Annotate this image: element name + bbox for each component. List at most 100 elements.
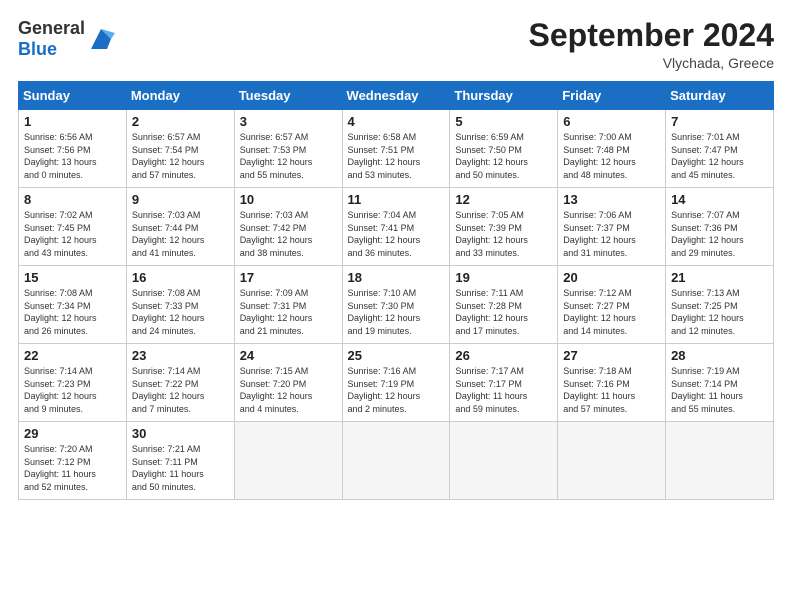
calendar-cell (666, 422, 774, 500)
day-info: Sunrise: 7:15 AM Sunset: 7:20 PM Dayligh… (240, 365, 337, 415)
header: General Blue September 2024 Vlychada, Gr… (18, 18, 774, 71)
weekday-header-sunday: Sunday (19, 82, 127, 110)
day-number: 29 (24, 426, 121, 441)
day-number: 23 (132, 348, 229, 363)
page: General Blue September 2024 Vlychada, Gr… (0, 0, 792, 510)
day-info: Sunrise: 7:07 AM Sunset: 7:36 PM Dayligh… (671, 209, 768, 259)
calendar-cell: 9 Sunrise: 7:03 AM Sunset: 7:44 PM Daylig… (126, 188, 234, 266)
calendar-cell (234, 422, 342, 500)
calendar-cell: 27 Sunrise: 7:18 AM Sunset: 7:16 PM Dayli… (558, 344, 666, 422)
calendar-cell: 13 Sunrise: 7:06 AM Sunset: 7:37 PM Dayli… (558, 188, 666, 266)
logo-general: General (18, 18, 85, 38)
day-number: 26 (455, 348, 552, 363)
week-row-5: 29Sunrise: 7:20 AM Sunset: 7:12 PM Dayli… (19, 422, 774, 500)
calendar-cell (450, 422, 558, 500)
day-info: Sunrise: 7:08 AM Sunset: 7:34 PM Dayligh… (24, 287, 121, 337)
day-number: 19 (455, 270, 552, 285)
day-info: Sunrise: 7:05 AM Sunset: 7:39 PM Dayligh… (455, 209, 552, 259)
day-info: Sunrise: 7:19 AM Sunset: 7:14 PM Dayligh… (671, 365, 768, 415)
week-row-2: 8 Sunrise: 7:02 AM Sunset: 7:45 PM Daylig… (19, 188, 774, 266)
day-number: 25 (348, 348, 445, 363)
weekday-header-monday: Monday (126, 82, 234, 110)
weekday-header-row: SundayMondayTuesdayWednesdayThursdayFrid… (19, 82, 774, 110)
day-info: Sunrise: 7:11 AM Sunset: 7:28 PM Dayligh… (455, 287, 552, 337)
calendar-cell: 24 Sunrise: 7:15 AM Sunset: 7:20 PM Dayli… (234, 344, 342, 422)
weekday-header-thursday: Thursday (450, 82, 558, 110)
day-number: 30 (132, 426, 229, 441)
calendar-cell: 2Sunrise: 6:57 AM Sunset: 7:54 PM Daylig… (126, 110, 234, 188)
calendar-cell: 30 Sunrise: 7:21 AM Sunset: 7:11 PM Dayli… (126, 422, 234, 500)
weekday-header-wednesday: Wednesday (342, 82, 450, 110)
week-row-3: 15 Sunrise: 7:08 AM Sunset: 7:34 PM Dayli… (19, 266, 774, 344)
week-row-4: 22Sunrise: 7:14 AM Sunset: 7:23 PM Dayli… (19, 344, 774, 422)
day-info: Sunrise: 7:14 AM Sunset: 7:22 PM Dayligh… (132, 365, 229, 415)
day-info: Sunrise: 6:58 AM Sunset: 7:51 PM Dayligh… (348, 131, 445, 181)
calendar-cell: 15 Sunrise: 7:08 AM Sunset: 7:34 PM Dayli… (19, 266, 127, 344)
day-info: Sunrise: 7:01 AM Sunset: 7:47 PM Dayligh… (671, 131, 768, 181)
logo-blue: Blue (18, 39, 57, 59)
title-block: September 2024 Vlychada, Greece (529, 18, 774, 71)
calendar-cell: 20Sunrise: 7:12 AM Sunset: 7:27 PM Dayli… (558, 266, 666, 344)
day-number: 24 (240, 348, 337, 363)
day-info: Sunrise: 7:04 AM Sunset: 7:41 PM Dayligh… (348, 209, 445, 259)
day-number: 27 (563, 348, 660, 363)
logo: General Blue (18, 18, 115, 60)
calendar-cell: 26 Sunrise: 7:17 AM Sunset: 7:17 PM Dayli… (450, 344, 558, 422)
calendar-cell: 16 Sunrise: 7:08 AM Sunset: 7:33 PM Dayli… (126, 266, 234, 344)
day-info: Sunrise: 7:02 AM Sunset: 7:45 PM Dayligh… (24, 209, 121, 259)
calendar-cell: 10 Sunrise: 7:03 AM Sunset: 7:42 PM Dayli… (234, 188, 342, 266)
day-number: 4 (348, 114, 445, 129)
day-number: 18 (348, 270, 445, 285)
calendar-table: SundayMondayTuesdayWednesdayThursdayFrid… (18, 81, 774, 500)
calendar-cell: 21 Sunrise: 7:13 AM Sunset: 7:25 PM Dayli… (666, 266, 774, 344)
day-number: 8 (24, 192, 121, 207)
calendar-cell: 22Sunrise: 7:14 AM Sunset: 7:23 PM Dayli… (19, 344, 127, 422)
day-info: Sunrise: 7:17 AM Sunset: 7:17 PM Dayligh… (455, 365, 552, 415)
calendar-cell: 14 Sunrise: 7:07 AM Sunset: 7:36 PM Dayli… (666, 188, 774, 266)
day-number: 9 (132, 192, 229, 207)
day-number: 13 (563, 192, 660, 207)
calendar-cell: 28 Sunrise: 7:19 AM Sunset: 7:14 PM Dayli… (666, 344, 774, 422)
location: Vlychada, Greece (529, 55, 774, 71)
calendar-cell: 25Sunrise: 7:16 AM Sunset: 7:19 PM Dayli… (342, 344, 450, 422)
calendar-cell: 19 Sunrise: 7:11 AM Sunset: 7:28 PM Dayli… (450, 266, 558, 344)
calendar-cell: 11 Sunrise: 7:04 AM Sunset: 7:41 PM Dayli… (342, 188, 450, 266)
day-info: Sunrise: 7:06 AM Sunset: 7:37 PM Dayligh… (563, 209, 660, 259)
calendar-cell: 7Sunrise: 7:01 AM Sunset: 7:47 PM Daylig… (666, 110, 774, 188)
day-number: 10 (240, 192, 337, 207)
day-info: Sunrise: 7:13 AM Sunset: 7:25 PM Dayligh… (671, 287, 768, 337)
day-info: Sunrise: 6:57 AM Sunset: 7:53 PM Dayligh… (240, 131, 337, 181)
day-number: 21 (671, 270, 768, 285)
calendar-cell (342, 422, 450, 500)
calendar-cell: 1Sunrise: 6:56 AM Sunset: 7:56 PM Daylig… (19, 110, 127, 188)
day-number: 3 (240, 114, 337, 129)
weekday-header-tuesday: Tuesday (234, 82, 342, 110)
day-number: 14 (671, 192, 768, 207)
day-info: Sunrise: 7:08 AM Sunset: 7:33 PM Dayligh… (132, 287, 229, 337)
day-number: 28 (671, 348, 768, 363)
day-number: 5 (455, 114, 552, 129)
calendar-cell: 8 Sunrise: 7:02 AM Sunset: 7:45 PM Daylig… (19, 188, 127, 266)
day-info: Sunrise: 7:00 AM Sunset: 7:48 PM Dayligh… (563, 131, 660, 181)
week-row-1: 1Sunrise: 6:56 AM Sunset: 7:56 PM Daylig… (19, 110, 774, 188)
day-number: 16 (132, 270, 229, 285)
day-info: Sunrise: 7:03 AM Sunset: 7:42 PM Dayligh… (240, 209, 337, 259)
calendar-cell: 6Sunrise: 7:00 AM Sunset: 7:48 PM Daylig… (558, 110, 666, 188)
day-number: 12 (455, 192, 552, 207)
day-info: Sunrise: 6:59 AM Sunset: 7:50 PM Dayligh… (455, 131, 552, 181)
day-number: 15 (24, 270, 121, 285)
day-info: Sunrise: 7:03 AM Sunset: 7:44 PM Dayligh… (132, 209, 229, 259)
day-info: Sunrise: 7:18 AM Sunset: 7:16 PM Dayligh… (563, 365, 660, 415)
calendar-cell: 5 Sunrise: 6:59 AM Sunset: 7:50 PM Daylig… (450, 110, 558, 188)
calendar-cell: 29Sunrise: 7:20 AM Sunset: 7:12 PM Dayli… (19, 422, 127, 500)
logo-icon (87, 25, 115, 53)
day-info: Sunrise: 6:56 AM Sunset: 7:56 PM Dayligh… (24, 131, 121, 181)
month-title: September 2024 (529, 18, 774, 53)
calendar-cell: 4 Sunrise: 6:58 AM Sunset: 7:51 PM Daylig… (342, 110, 450, 188)
day-info: Sunrise: 7:21 AM Sunset: 7:11 PM Dayligh… (132, 443, 229, 493)
calendar-cell: 12 Sunrise: 7:05 AM Sunset: 7:39 PM Dayli… (450, 188, 558, 266)
day-number: 11 (348, 192, 445, 207)
day-number: 20 (563, 270, 660, 285)
day-number: 2 (132, 114, 229, 129)
calendar-cell (558, 422, 666, 500)
